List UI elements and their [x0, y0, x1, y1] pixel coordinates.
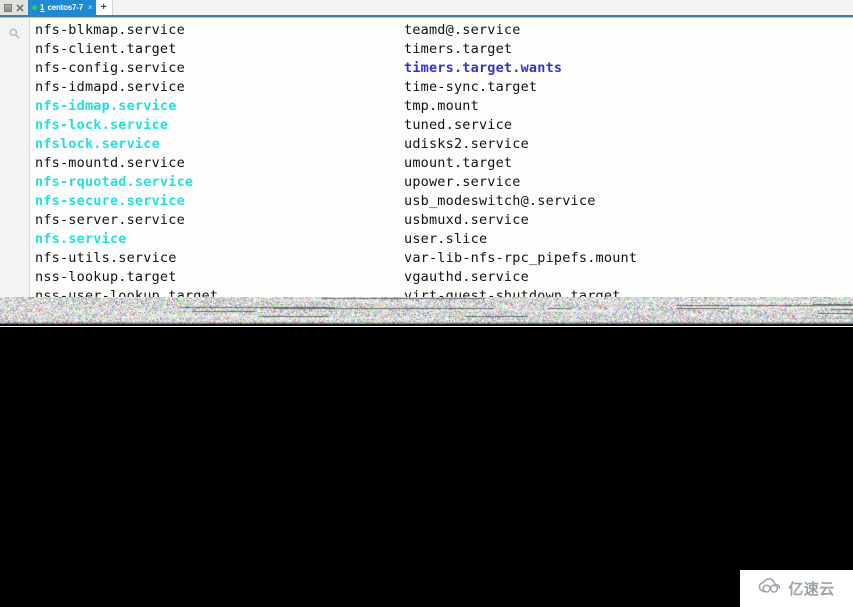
unit-name-right: vgauthd.service	[404, 269, 529, 285]
terminal-line: nss-lookup.target vgauthd.service	[35, 268, 845, 287]
unit-name-right: user.slice	[404, 231, 488, 247]
terminal-output[interactable]: nfs-blkmap.service teamd@.service nfs-clie…	[30, 18, 853, 327]
unit-name-left: nss-lookup.target	[35, 269, 177, 285]
tab-close-icon[interactable]: ×	[86, 0, 93, 15]
unit-name-left: nfs-idmapd.service	[35, 79, 185, 95]
tab-bar: 1 centos7-7 × +	[0, 0, 853, 15]
terminal-line: nfs-mountd.service umount.target	[35, 154, 845, 173]
terminal-line: nfs.service user.slice	[35, 230, 845, 249]
tab-centos7-7[interactable]: 1 centos7-7 ×	[28, 0, 96, 15]
close-icon[interactable]	[16, 3, 24, 12]
unit-name-right: tuned.service	[404, 117, 513, 133]
terminal-line: nfs-blkmap.service teamd@.service	[35, 21, 845, 40]
unit-name-left: nfs-client.target	[35, 41, 177, 57]
unit-name-left: nfs-mountd.service	[35, 155, 185, 171]
tab-title-label: centos7-7	[47, 3, 84, 12]
terminal-window: 1 centos7-7 × + nfs-blkmap.service teamd@…	[0, 0, 853, 327]
tab-bar-filler	[112, 0, 853, 15]
cloud-logo-icon	[758, 578, 784, 599]
unit-name-left: nfs-lock.service	[35, 117, 169, 133]
unit-name-right: var-lib-nfs-rpc_pipefs.mount	[404, 250, 638, 266]
unit-name-right: time-sync.target	[404, 79, 538, 95]
unit-name-left: nfs.service	[35, 231, 127, 247]
unit-name-right: upower.service	[404, 174, 521, 190]
unit-name-left: nfs-idmap.service	[35, 98, 177, 114]
unit-name-right: udisks2.service	[404, 136, 529, 152]
watermark: 亿速云	[740, 570, 853, 607]
tab-status-dot	[32, 5, 37, 10]
unit-name-left: nfs-config.service	[35, 60, 185, 76]
terminal-line: nfs-config.service timers.target.wants	[35, 59, 845, 78]
unit-name-left: nfslock.service	[35, 136, 160, 152]
unit-name-left: nfs-utils.service	[35, 250, 177, 266]
search-gutter	[0, 18, 30, 327]
terminal-line: nfslock.service udisks2.service	[35, 135, 845, 154]
terminal-line: nfs-utils.service var-lib-nfs-rpc_pipefs.…	[35, 249, 845, 268]
unit-name-right: umount.target	[404, 155, 513, 171]
unit-name-right: teamd@.service	[404, 22, 521, 38]
pin-icon[interactable]	[4, 3, 12, 12]
corruption-noise-band	[0, 297, 853, 326]
new-tab-button[interactable]: +	[95, 0, 113, 15]
terminal-line: nfs-secure.service usb_modeswitch@.servic…	[35, 192, 845, 211]
terminal-line: nfs-idmapd.service time-sync.target	[35, 78, 845, 97]
watermark-text: 亿速云	[788, 580, 835, 598]
tab-index-label: 1	[40, 3, 45, 12]
unit-name-left: nfs-secure.service	[35, 193, 185, 209]
unit-name-left: nfs-server.service	[35, 212, 185, 228]
terminal-line: nfs-server.service usbmuxd.service	[35, 211, 845, 230]
unit-name-right: usb_modeswitch@.service	[404, 193, 596, 209]
unit-name-right: usbmuxd.service	[404, 212, 529, 228]
terminal-line: nfs-lock.service tuned.service	[35, 116, 845, 135]
unit-name-right: timers.target	[404, 41, 513, 57]
unit-name-right: timers.target.wants	[404, 60, 563, 76]
black-background-area	[0, 327, 853, 607]
terminal-text-grid: nfs-blkmap.service teamd@.service nfs-clie…	[35, 21, 845, 306]
unit-name-left: nfs-rquotad.service	[35, 174, 194, 190]
terminal-line: nfs-rquotad.service upower.service	[35, 173, 845, 192]
terminal-line: nfs-idmap.service tmp.mount	[35, 97, 845, 116]
unit-name-left: nfs-blkmap.service	[35, 22, 185, 38]
window-controls	[0, 0, 28, 15]
terminal-line: nfs-client.target timers.target	[35, 40, 845, 59]
search-icon[interactable]	[9, 24, 20, 43]
unit-name-right: tmp.mount	[404, 98, 479, 114]
